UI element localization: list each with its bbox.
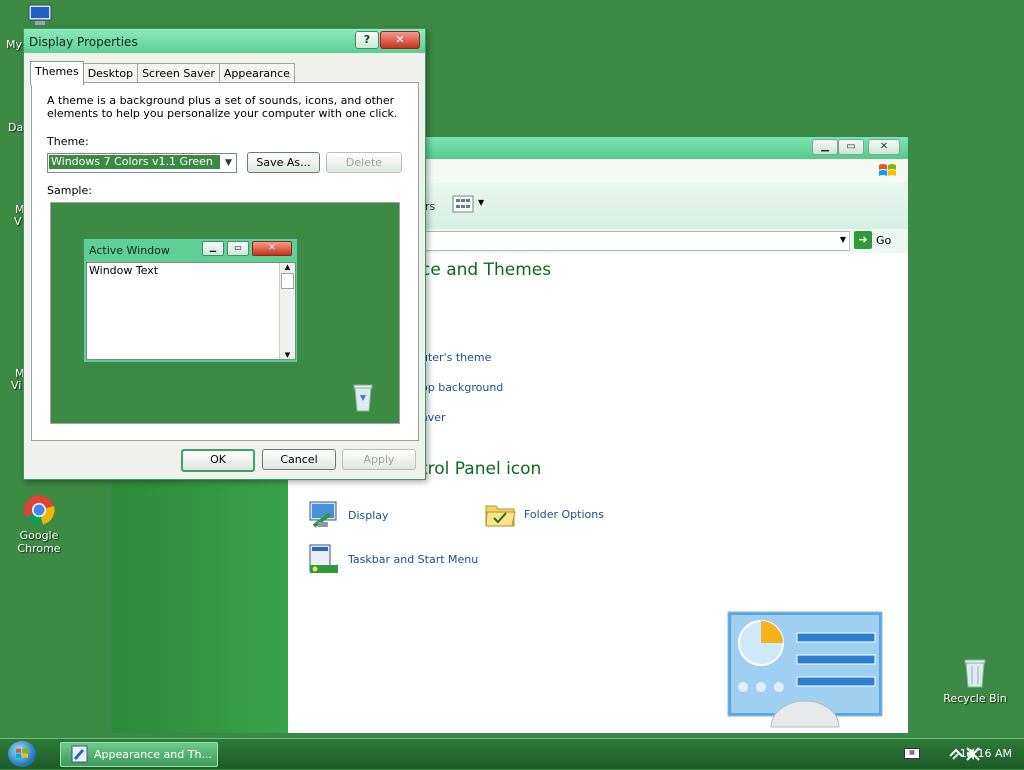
sample-window-title: Active Window (89, 244, 170, 257)
desktop-label-clipped[interactable]: My (6, 38, 22, 51)
desktop-label-clipped[interactable]: V (14, 215, 22, 228)
sample-maximize-icon: ▭ (227, 241, 249, 256)
desktop-label-clipped[interactable]: Vi (11, 379, 21, 392)
toolbar-label-partial[interactable]: rs (425, 200, 435, 213)
close-button[interactable]: ✕ (380, 31, 420, 49)
theme-select[interactable]: Windows 7 Colors v1.1 Green ▼ (47, 153, 237, 173)
theme-label: Theme: (47, 135, 89, 148)
keyboard-icon[interactable]: ▦ (904, 748, 920, 759)
go-button[interactable]: ➜ Go (854, 231, 891, 249)
theme-description: A theme is a background plus a set of so… (47, 94, 398, 120)
minimize-button[interactable]: ▁ (812, 139, 838, 155)
icon-heading: trol Panel icon (421, 459, 542, 479)
control-panel-icon (71, 745, 88, 763)
sample-minimize-icon: ▁ (202, 241, 224, 256)
views-grid-icon (452, 195, 474, 213)
apply-button[interactable]: Apply (342, 449, 416, 470)
cancel-button[interactable]: Cancel (262, 449, 336, 470)
display-icon (309, 501, 337, 528)
tab-strip: Themes Desktop Screen Saver Appearance (30, 61, 295, 85)
dropdown-arrow-icon: ▼ (478, 198, 485, 207)
taskbar: Appearance and Th... ▦ 12:16 AM (0, 738, 1024, 769)
chevron-down-icon[interactable]: ▼ (221, 154, 236, 172)
tab-desktop[interactable]: Desktop (82, 63, 139, 84)
address-dropdown-icon[interactable]: ▼ (840, 235, 846, 244)
maximize-button[interactable]: ▭ (838, 139, 864, 155)
tab-themes[interactable]: Themes (30, 61, 84, 85)
task-link-background[interactable]: op background (421, 381, 503, 394)
scroll-down-icon: ▼ (284, 351, 291, 359)
taskbar-icon (309, 544, 338, 573)
save-as-button[interactable]: Save As... (247, 152, 320, 173)
windows-logo-icon (879, 164, 896, 176)
sample-scrollbar: ▲ ▼ (279, 263, 295, 359)
cp-item-display[interactable]: Display (308, 500, 389, 530)
scroll-up-icon: ▲ (284, 263, 291, 271)
cp-item-folder-options[interactable]: Folder Options (484, 500, 604, 528)
theme-select-value: Windows 7 Colors v1.1 Green (49, 155, 220, 169)
sample-label: Sample: (47, 184, 92, 197)
themes-panel: A theme is a background plus a set of so… (31, 82, 419, 441)
go-arrow-icon: ➜ (854, 231, 872, 249)
close-button[interactable]: ✕ (868, 139, 900, 155)
display-properties-dialog: Display Properties ? ✕ Themes Desktop Sc… (23, 28, 426, 480)
recycle-bin-icon (353, 384, 373, 412)
dialog-title: Display Properties (29, 35, 138, 49)
help-button[interactable]: ? (355, 31, 379, 49)
taskbar-item-label: Appearance and Th... (94, 748, 212, 761)
desktop-icon-label: Google Chrome (17, 529, 61, 555)
system-tray: ▦ 12:16 AM (874, 739, 1024, 769)
desktop-icon-google-chrome[interactable]: Google Chrome (4, 494, 74, 555)
windows-logo-icon (16, 748, 28, 758)
sample-close-icon: ✕ (252, 241, 292, 256)
ok-button[interactable]: OK (181, 449, 255, 472)
cp-item-taskbar-start-menu[interactable]: Taskbar and Start Menu (308, 543, 478, 575)
views-button[interactable]: ▼ (452, 195, 488, 215)
chrome-icon (24, 495, 55, 526)
category-watermark-graphic (727, 611, 883, 728)
desktop-icon-label: Recycle Bin (943, 692, 1007, 705)
cp-item-label: Folder Options (524, 507, 604, 521)
recycle-bin-icon (964, 659, 986, 688)
scroll-thumb (281, 273, 294, 289)
cp-item-label: Display (348, 508, 389, 522)
desktop-label-clipped[interactable]: Da (8, 121, 23, 134)
sample-window-client: Window Text ▲ ▼ (86, 262, 296, 360)
task-link-theme[interactable]: uter's theme (421, 351, 491, 364)
sample-window-text: Window Text (89, 264, 159, 277)
go-label: Go (876, 233, 892, 247)
desktop-icon-my-computer[interactable] (26, 4, 54, 26)
computer-icon (28, 4, 52, 25)
folder-icon (485, 505, 516, 527)
delete-button[interactable]: Delete (326, 152, 402, 173)
tab-screen-saver[interactable]: Screen Saver (137, 63, 220, 84)
tab-appearance[interactable]: Appearance (218, 63, 295, 84)
theme-sample-preview: Active Window ▁ ▭ ✕ Window Text ▲ ▼ (50, 202, 400, 424)
category-heading: ce and Themes (421, 260, 552, 280)
sample-active-window: Active Window ▁ ▭ ✕ Window Text ▲ ▼ (83, 238, 298, 363)
clock[interactable]: 12:16 AM (960, 747, 1012, 760)
desktop-icon-recycle-bin[interactable]: Recycle Bin (940, 657, 1010, 705)
dialog-titlebar[interactable]: Display Properties ? ✕ (24, 29, 425, 53)
start-button[interactable] (8, 741, 36, 767)
taskbar-item-appearance-themes[interactable]: Appearance and Th... (60, 742, 218, 767)
cp-item-label: Taskbar and Start Menu (348, 552, 479, 566)
